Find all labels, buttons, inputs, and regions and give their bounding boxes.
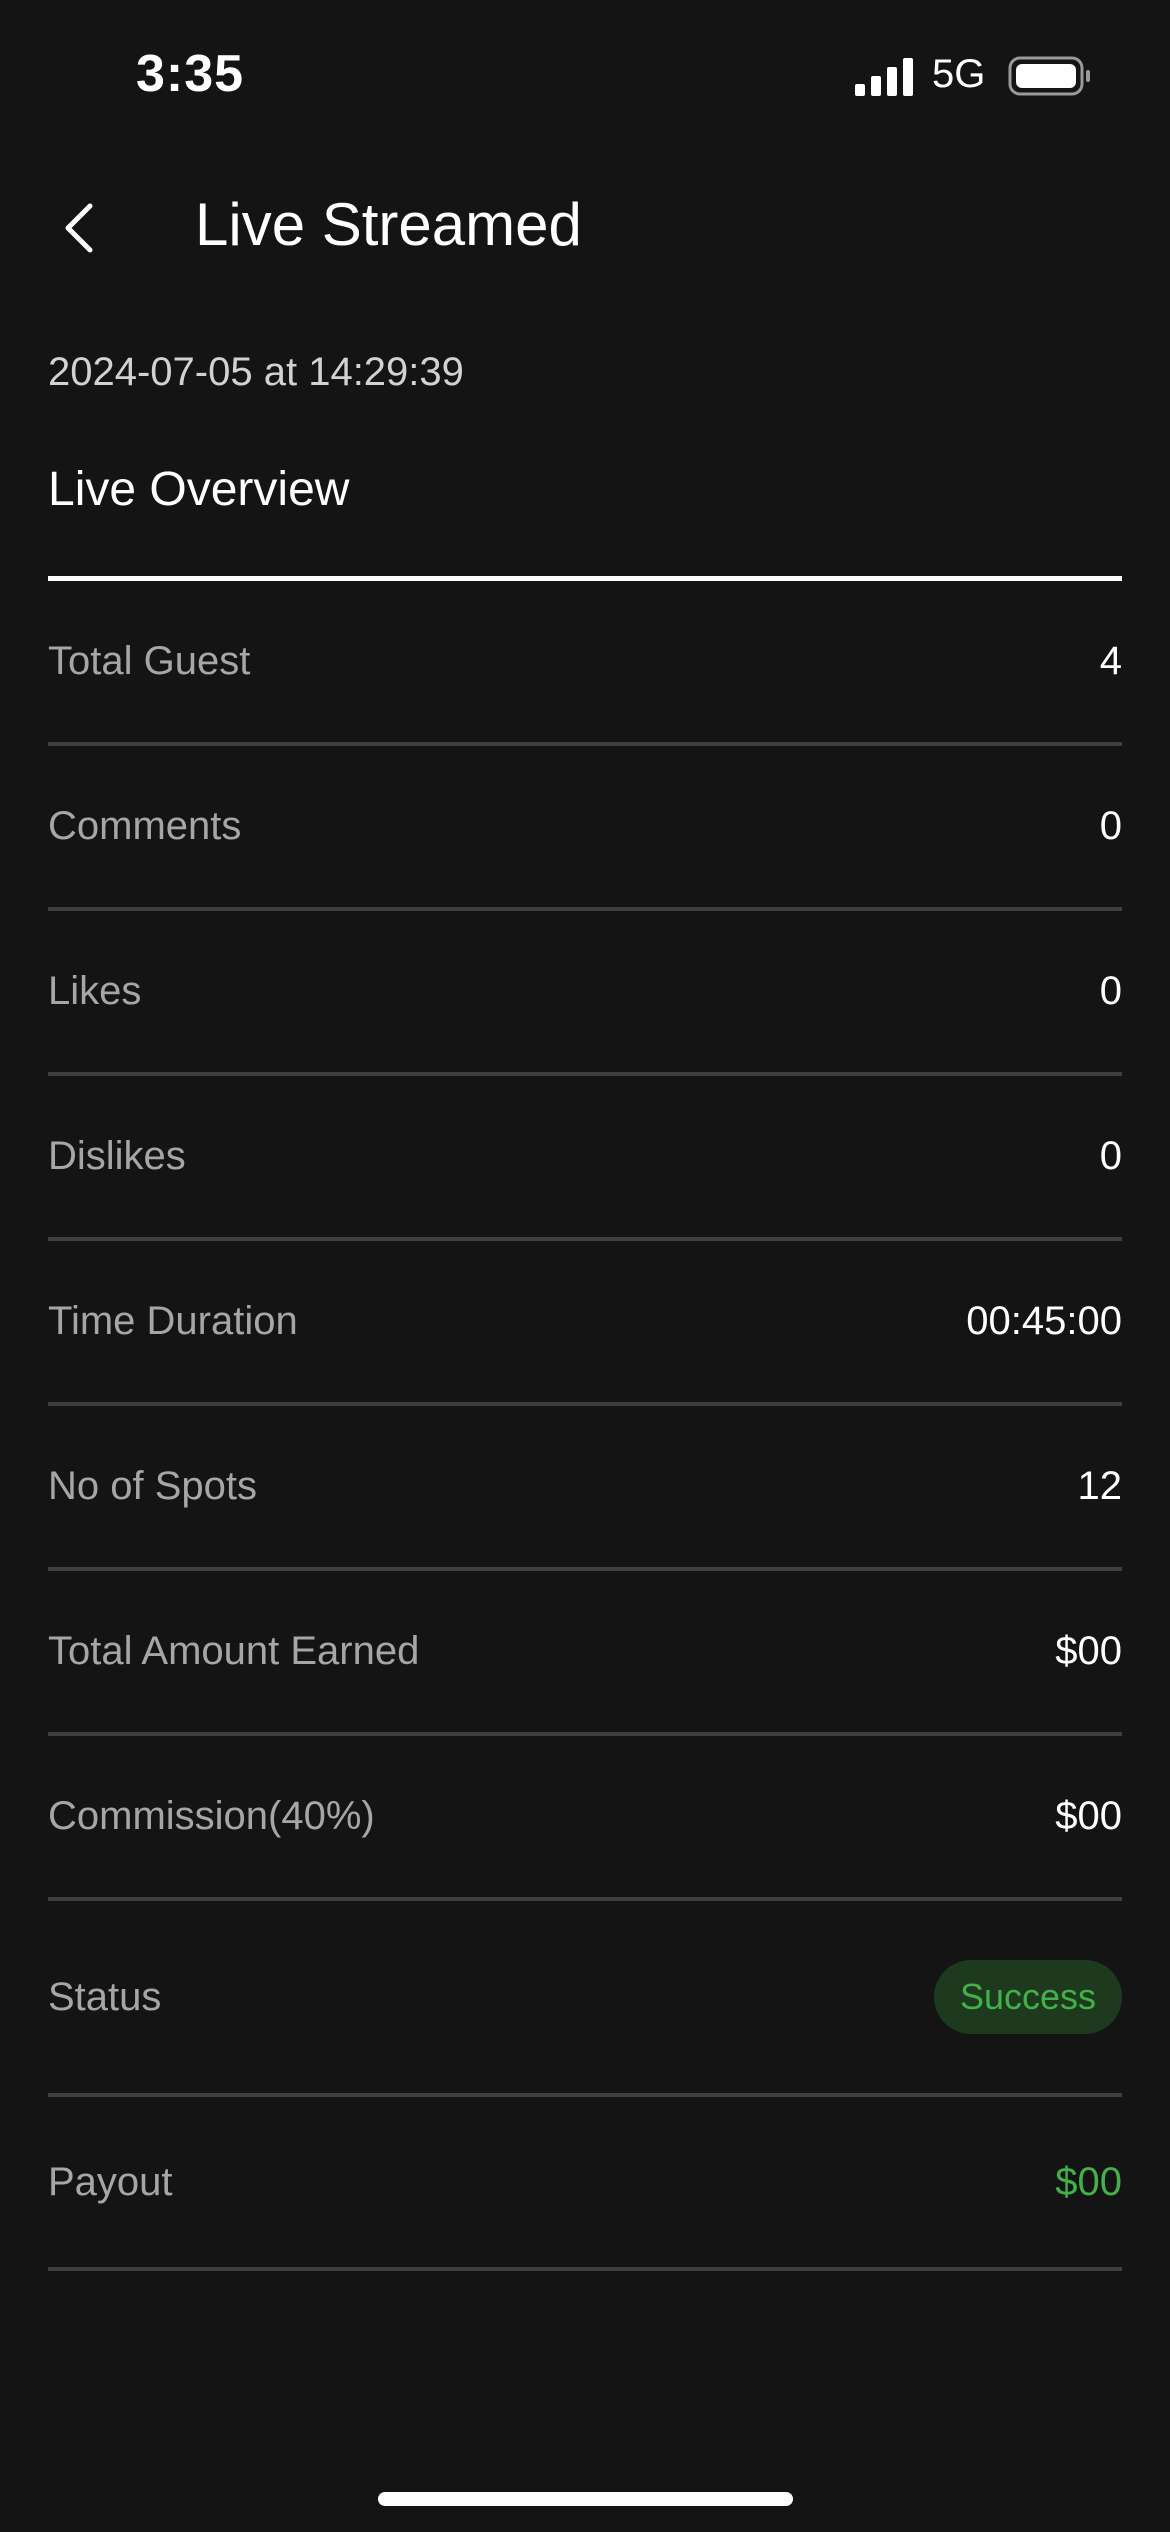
row-comments: Comments 0 <box>48 746 1122 911</box>
network-type: 5G <box>932 52 986 96</box>
row-value: 00:45:00 <box>966 1299 1122 1343</box>
cellular-signal-icon <box>855 58 913 96</box>
row-label: Likes <box>48 969 142 1013</box>
home-indicator[interactable] <box>378 2492 793 2506</box>
row-label: Time Duration <box>48 1299 298 1343</box>
row-label: Total Guest <box>48 639 251 683</box>
row-label: Dislikes <box>48 1134 186 1178</box>
row-label: Commission(40%) <box>48 1794 375 1838</box>
row-total-guest: Total Guest 4 <box>48 581 1122 746</box>
overview-list: Total Guest 4 Comments 0 Likes 0 Dislike… <box>48 581 1122 2271</box>
row-value: 0 <box>1099 1134 1122 1178</box>
header: Live Streamed <box>0 170 1170 280</box>
payout-value: $00 <box>1055 2159 1122 2204</box>
stream-timestamp: 2024-07-05 at 14:29:39 <box>48 350 464 394</box>
row-commission: Commission(40%) $00 <box>48 1736 1122 1901</box>
row-status: Status Success <box>48 1901 1122 2097</box>
row-value: 12 <box>1077 1464 1123 1508</box>
row-value: 0 <box>1099 969 1122 1013</box>
row-value: 4 <box>1099 639 1122 683</box>
chevron-left-icon <box>65 203 93 253</box>
row-value: $00 <box>1055 1794 1122 1838</box>
back-button[interactable] <box>48 196 112 260</box>
row-label: Status <box>48 1974 162 2019</box>
row-time-duration: Time Duration 00:45:00 <box>48 1241 1122 1406</box>
row-dislikes: Dislikes 0 <box>48 1076 1122 1241</box>
row-value: 0 <box>1099 804 1122 848</box>
status-time: 3:35 <box>136 45 245 103</box>
row-label: Total Amount Earned <box>48 1629 420 1673</box>
row-no-of-spots: No of Spots 12 <box>48 1406 1122 1571</box>
row-payout: Payout $00 <box>48 2097 1122 2271</box>
row-label: No of Spots <box>48 1464 258 1508</box>
status-bar: 3:35 5G <box>0 0 1170 150</box>
row-likes: Likes 0 <box>48 911 1122 1076</box>
page-title: Live Streamed <box>195 191 582 258</box>
section-title: Live Overview <box>48 463 350 516</box>
row-label: Comments <box>48 804 242 848</box>
status-badge: Success <box>933 1960 1122 2034</box>
battery-icon <box>1008 56 1090 96</box>
row-value: $00 <box>1055 1629 1122 1673</box>
row-total-amount-earned: Total Amount Earned $00 <box>48 1571 1122 1736</box>
row-label: Payout <box>48 2159 173 2204</box>
